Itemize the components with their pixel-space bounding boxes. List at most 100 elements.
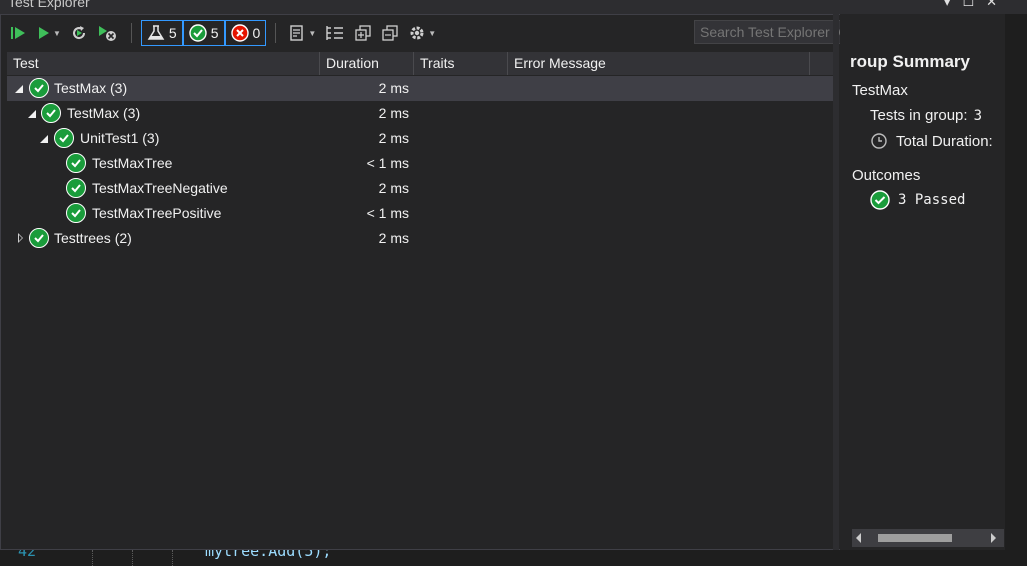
- row-duration: < 1 ms: [366, 205, 409, 221]
- tree-row[interactable]: Testtrees (2) 2 ms: [7, 226, 833, 251]
- column-error-message[interactable]: Error Message: [508, 52, 810, 75]
- tree-row[interactable]: TestMaxTreePositive < 1 ms: [7, 201, 833, 226]
- row-duration: 2 ms: [378, 105, 409, 121]
- test-counters: 5 5 0: [140, 20, 267, 46]
- run-dropdown-icon[interactable]: ▼: [53, 29, 61, 38]
- group-summary-panel: roup Summary TestMax Tests in group: 3 To…: [840, 14, 1005, 550]
- clock-icon: [871, 133, 887, 149]
- toolbar-separator: [130, 23, 132, 43]
- scroll-thumb[interactable]: [878, 534, 952, 542]
- total-duration: Total Duration:: [870, 132, 993, 150]
- row-duration: 2 ms: [378, 180, 409, 196]
- run-button[interactable]: ▼: [34, 21, 64, 45]
- row-name: Testtrees (2): [54, 230, 132, 246]
- row-name: TestMaxTreeNegative: [92, 180, 228, 196]
- play-icon: [39, 27, 49, 39]
- passed-icon: [54, 128, 74, 148]
- tree-row[interactable]: TestMax (3) 2 ms: [7, 101, 833, 126]
- tree-row[interactable]: TestMax (3) 2 ms: [7, 76, 833, 101]
- collapsed-arrow-icon[interactable]: [18, 233, 23, 243]
- flask-icon: [147, 25, 165, 40]
- gear-icon: [410, 26, 424, 40]
- expand-all-button[interactable]: [351, 21, 375, 45]
- passed-icon: [29, 228, 49, 248]
- indent-guide: [132, 550, 133, 566]
- expand-arrow-icon[interactable]: [40, 135, 48, 143]
- code-line: mytree.Add(5);: [205, 550, 332, 560]
- run-all-button[interactable]: [7, 21, 31, 45]
- row-duration: 2 ms: [378, 130, 409, 146]
- outcome-passed-text: 3 Passed: [898, 192, 966, 208]
- cancel-run-icon: [98, 26, 116, 41]
- column-duration[interactable]: Duration: [320, 52, 414, 75]
- test-tree: TestMax (3) 2 ms TestMax (3) 2 ms UnitTe…: [7, 76, 833, 251]
- outcome-passed: 3 Passed: [870, 190, 965, 210]
- row-duration: 2 ms: [378, 230, 409, 246]
- failed-tests-filter[interactable]: 0: [224, 20, 267, 46]
- toolbar: ▼ 5 5 0 ▼ ▼: [7, 18, 439, 48]
- cancel-run-button[interactable]: [94, 21, 122, 45]
- close-icon[interactable]: ✕: [986, 0, 997, 10]
- passed-icon: [870, 190, 890, 210]
- playlist-dropdown-icon[interactable]: ▼: [308, 29, 316, 38]
- row-name: TestMax (3): [54, 80, 128, 96]
- passed-icon: [29, 78, 49, 98]
- collapse-all-button[interactable]: [378, 21, 402, 45]
- row-duration: 2 ms: [378, 80, 409, 96]
- indent-guide: [92, 550, 93, 566]
- tests-in-group-value: 3: [973, 108, 982, 124]
- tree-row[interactable]: TestMaxTree < 1 ms: [7, 151, 833, 176]
- summary-title: roup Summary: [850, 52, 970, 71]
- scroll-right-icon[interactable]: [991, 533, 996, 543]
- window-title: Test Explorer: [8, 0, 90, 10]
- line-number: 42: [18, 550, 37, 560]
- passed-icon: [66, 178, 86, 198]
- summary-horizontal-scrollbar[interactable]: [852, 529, 1004, 547]
- code-editor-strip: 42 mytree.Add(5);: [0, 550, 1027, 566]
- expand-all-icon: [355, 25, 371, 41]
- settings-button[interactable]: ▼: [405, 21, 439, 45]
- summary-group-name: TestMax: [852, 82, 908, 99]
- passed-tests-filter[interactable]: 5: [182, 20, 225, 46]
- row-duration: < 1 ms: [366, 155, 409, 171]
- indent-guide: [172, 550, 173, 566]
- toolbar-separator: [275, 23, 277, 43]
- expand-arrow-icon[interactable]: [15, 85, 23, 93]
- expand-arrow-icon[interactable]: [28, 110, 36, 118]
- total-count: 5: [168, 25, 177, 41]
- dropdown-arrow-icon[interactable]: ▾: [944, 0, 951, 10]
- row-name: TestMaxTree: [92, 155, 173, 171]
- total-tests-filter[interactable]: 5: [140, 20, 183, 46]
- row-name: UnitTest1 (3): [80, 130, 160, 146]
- tests-in-group-label: Tests in group:: [870, 107, 968, 124]
- repeat-run-icon: [72, 26, 85, 40]
- failed-count: 0: [252, 25, 261, 41]
- tests-in-group: Tests in group: 3: [870, 107, 982, 124]
- passed-icon: [66, 203, 86, 223]
- panel-splitter[interactable]: [833, 14, 839, 550]
- maximize-icon[interactable]: ☐: [962, 0, 974, 10]
- tree-row[interactable]: UnitTest1 (3) 2 ms: [7, 126, 833, 151]
- passed-icon: [41, 103, 61, 123]
- tree-row[interactable]: TestMaxTreeNegative 2 ms: [7, 176, 833, 201]
- column-spacer: [810, 52, 833, 75]
- passed-icon: [66, 153, 86, 173]
- passed-icon: [189, 24, 207, 42]
- settings-dropdown-icon[interactable]: ▼: [428, 29, 436, 38]
- run-all-icon: [11, 27, 25, 39]
- column-test[interactable]: Test: [7, 52, 320, 75]
- scroll-left-icon[interactable]: [856, 533, 861, 543]
- playlist-button[interactable]: ▼: [285, 21, 319, 45]
- window-buttons: ▾ ☐ ✕: [944, 0, 997, 10]
- column-traits[interactable]: Traits: [414, 52, 508, 75]
- playlist-icon: [290, 25, 304, 41]
- row-name: TestMax (3): [67, 105, 141, 121]
- title-bar: Test Explorer ▾ ☐ ✕: [0, 0, 1027, 14]
- hierarchy-icon: [326, 26, 344, 40]
- collapse-all-icon: [382, 25, 398, 41]
- repeat-last-run-button[interactable]: [67, 21, 91, 45]
- failed-icon: [230, 24, 249, 42]
- row-name: TestMaxTreePositive: [92, 205, 222, 221]
- outcomes-heading: Outcomes: [852, 167, 921, 184]
- group-by-button[interactable]: [322, 21, 348, 45]
